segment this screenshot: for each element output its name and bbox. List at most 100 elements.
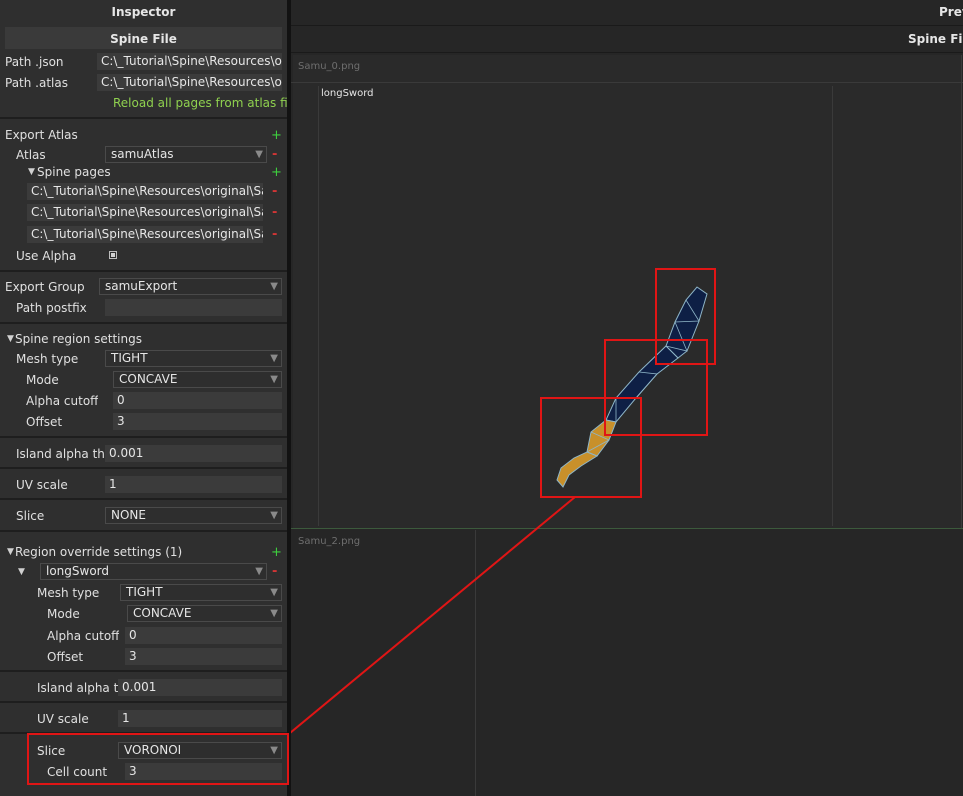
export-group-select[interactable]: samuExport ▼	[99, 278, 282, 295]
spine-pages-expand-icon[interactable]: ▼	[28, 167, 35, 177]
inspector-title: Inspector	[111, 5, 176, 19]
alpha-cutoff-field[interactable]: 0	[113, 392, 282, 409]
callout-connector-line	[291, 496, 576, 734]
sword-mesh-drawing	[291, 268, 716, 734]
divider	[0, 498, 287, 500]
atlas-label: Atlas	[16, 148, 46, 162]
override-header: Region override settings (1)	[15, 545, 183, 559]
sword-mesh	[556, 286, 708, 488]
override-slice-label: Slice	[37, 744, 66, 758]
region-settings-header: Spine region settings	[15, 332, 142, 346]
use-alpha-label: Use Alpha	[16, 249, 77, 263]
slice-value: NONE	[111, 508, 146, 522]
override-offset-field[interactable]: 3	[125, 648, 282, 665]
override-island-alpha-field[interactable]: 0.001	[118, 679, 282, 696]
island-alpha-field[interactable]: 0.001	[105, 445, 282, 462]
remove-page-minus-icon[interactable]: -	[272, 206, 277, 219]
override-mode-value: CONCAVE	[133, 606, 192, 620]
divider	[0, 467, 287, 469]
chevron-down-icon: ▼	[270, 353, 278, 364]
add-override-plus-icon[interactable]: +	[271, 546, 282, 559]
remove-page-minus-icon[interactable]: -	[272, 228, 277, 241]
spine-page-field[interactable]: C:\_Tutorial\Spine\Resources\original\Sa…	[27, 226, 263, 243]
divider	[0, 701, 287, 703]
divider	[0, 530, 287, 532]
override-mesh-type-label: Mesh type	[37, 586, 100, 600]
reload-pages-link[interactable]: Reload all pages from atlas file	[113, 96, 287, 110]
override-mode-label: Mode	[47, 607, 80, 621]
path-postfix-field[interactable]	[105, 299, 282, 316]
uv-scale-label: UV scale	[16, 478, 68, 492]
chevron-down-icon: ▼	[270, 608, 278, 619]
chevron-down-icon: ▼	[270, 374, 278, 385]
uv-scale-field[interactable]: 1	[105, 476, 282, 493]
override-island-alpha-label: Island alpha th	[37, 681, 119, 695]
path-json-field[interactable]: C:\_Tutorial\Spine\Resources\orig	[97, 53, 282, 70]
divider	[0, 322, 287, 324]
offset-label: Offset	[26, 415, 63, 429]
remove-page-minus-icon[interactable]: -	[272, 185, 277, 198]
divider	[0, 270, 287, 272]
island-alpha-label: Island alpha thre	[16, 447, 104, 461]
mesh-handle	[556, 451, 599, 488]
region-settings-expand-icon[interactable]: ▼	[7, 334, 14, 344]
divider	[0, 732, 287, 734]
export-group-label: Export Group	[5, 280, 85, 294]
mesh-type-select[interactable]: TIGHT ▼	[105, 350, 282, 367]
path-postfix-label: Path postfix	[16, 301, 87, 315]
override-cell-count-field[interactable]: 3	[125, 763, 282, 780]
slice-label: Slice	[16, 509, 45, 523]
override-region-value: longSword	[46, 564, 110, 578]
override-alpha-cutoff-label: Alpha cutoff	[47, 629, 120, 643]
spine-page-field[interactable]: C:\_Tutorial\Spine\Resources\original\Sa…	[27, 204, 263, 221]
override-mesh-type-value: TIGHT	[126, 585, 163, 599]
override-alpha-cutoff-field[interactable]: 0	[125, 627, 282, 644]
chevron-down-icon: ▼	[270, 587, 278, 598]
chevron-down-icon: ▼	[270, 510, 278, 521]
override-mode-select[interactable]: CONCAVE ▼	[127, 605, 282, 622]
override-slice-select[interactable]: VORONOI ▼	[118, 742, 282, 759]
alpha-cutoff-label: Alpha cutoff	[26, 394, 99, 408]
override-uv-scale-field[interactable]: 1	[118, 710, 282, 727]
offset-field[interactable]: 3	[113, 413, 282, 430]
chevron-down-icon: ▼	[255, 566, 263, 577]
remove-override-minus-icon[interactable]: -	[272, 565, 277, 578]
mesh-guard	[586, 419, 617, 457]
divider	[0, 436, 287, 438]
export-group-value: samuExport	[105, 279, 178, 293]
spine-page-field[interactable]: C:\_Tutorial\Spine\Resources\original\Sa…	[27, 183, 263, 200]
override-cell-count-label: Cell count	[47, 765, 108, 779]
preview-panel: Prev Spine File Samu_0.png longSword Sam…	[291, 0, 963, 796]
checkbox-check-icon	[111, 253, 115, 257]
mode-select[interactable]: CONCAVE ▼	[113, 371, 282, 388]
export-atlas-label: Export Atlas	[5, 128, 78, 142]
mesh-type-label: Mesh type	[16, 352, 79, 366]
override-expand-icon[interactable]: ▼	[7, 547, 14, 557]
chevron-down-icon: ▼	[270, 745, 278, 756]
divider	[0, 670, 287, 672]
override-mesh-type-select[interactable]: TIGHT ▼	[120, 584, 282, 601]
use-alpha-checkbox[interactable]	[109, 251, 117, 259]
divider	[0, 117, 287, 119]
mesh-type-value: TIGHT	[111, 351, 148, 365]
atlas-select-value: samuAtlas	[111, 147, 174, 161]
chevron-down-icon: ▼	[255, 149, 263, 160]
override-offset-label: Offset	[47, 650, 84, 664]
spine-pages-label: Spine pages	[37, 165, 111, 179]
add-page-plus-icon[interactable]: +	[271, 166, 282, 179]
chevron-down-icon: ▼	[270, 281, 278, 292]
remove-atlas-minus-icon[interactable]: -	[272, 148, 277, 161]
mode-label: Mode	[26, 373, 59, 387]
add-atlas-plus-icon[interactable]: +	[271, 129, 282, 142]
spine-file-header: Spine File	[110, 32, 177, 46]
override-region-select[interactable]: longSword ▼	[40, 563, 267, 580]
path-atlas-label: Path .atlas	[5, 76, 68, 90]
path-json-label: Path .json	[5, 55, 64, 69]
path-atlas-field[interactable]: C:\_Tutorial\Spine\Resources\orig	[97, 74, 282, 91]
atlas-select[interactable]: samuAtlas ▼	[105, 146, 267, 163]
mode-value: CONCAVE	[119, 372, 178, 386]
slice-select[interactable]: NONE ▼	[105, 507, 282, 524]
override-uv-scale-label: UV scale	[37, 712, 89, 726]
override-slice-value: VORONOI	[124, 743, 182, 757]
override-item-expand-icon[interactable]: ▼	[18, 567, 25, 577]
